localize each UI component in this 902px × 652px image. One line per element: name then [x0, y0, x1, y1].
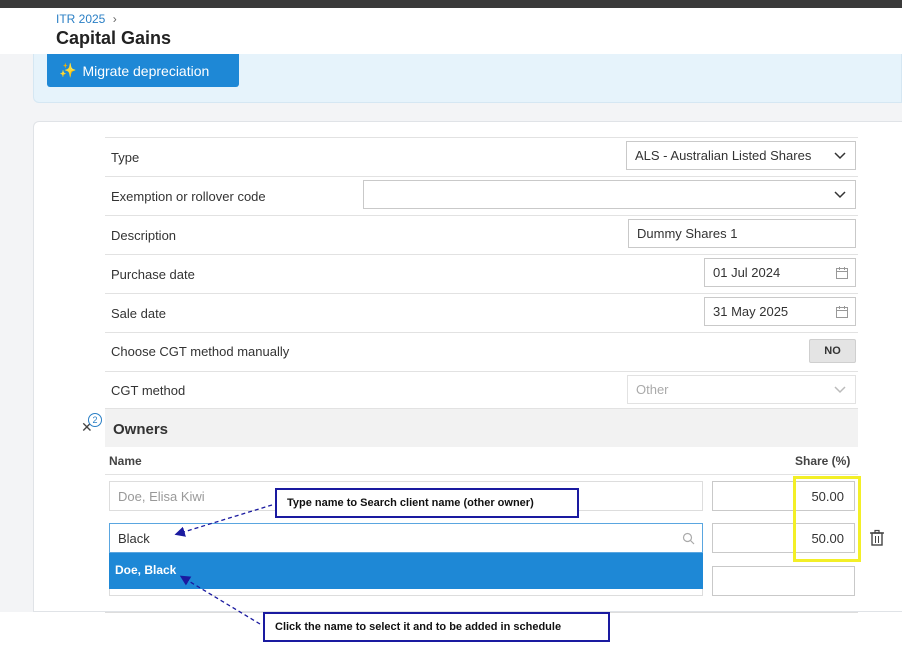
calendar-icon[interactable]	[835, 266, 849, 280]
type-value: ALS - Australian Listed Shares	[635, 148, 812, 163]
exemption-label: Exemption or rollover code	[111, 189, 266, 204]
sale-date-value: 31 May 2025	[713, 304, 789, 319]
calendar-icon[interactable]	[835, 305, 849, 319]
owner-suggestion-item[interactable]: Doe, Black	[109, 553, 703, 589]
page-header: ITR 2025 › Capital Gains	[0, 8, 902, 54]
migrate-depreciation-button[interactable]: ✨ Migrate depreciation	[47, 54, 239, 87]
breadcrumb-link[interactable]: ITR 2025	[56, 12, 105, 26]
trash-icon[interactable]	[869, 529, 885, 547]
share-column-header: Share (%)	[795, 454, 851, 468]
chevron-down-icon	[834, 191, 846, 199]
search-icon	[682, 532, 695, 545]
cgt-manual-toggle[interactable]: NO	[809, 339, 856, 363]
description-value: Dummy Shares 1	[637, 226, 738, 241]
cgt-method-select[interactable]: Other	[627, 375, 856, 404]
migrate-depreciation-label: Migrate depreciation	[82, 62, 210, 79]
share-highlight-box	[793, 476, 861, 562]
cgt-manual-label: Choose CGT method manually	[111, 344, 290, 359]
sparkle-icon: ✨	[59, 62, 77, 78]
cgt-manual-row: Choose CGT method manually	[105, 332, 858, 371]
cgt-method-value: Other	[636, 382, 669, 397]
purchase-date-label: Purchase date	[111, 267, 195, 282]
owner-search-input[interactable]: Black	[109, 523, 703, 553]
chevron-down-icon	[834, 152, 846, 160]
chevron-down-icon	[834, 386, 846, 394]
owner-name-value: Doe, Elisa Kiwi	[118, 488, 205, 504]
top-bar	[0, 0, 902, 8]
cgt-method-label: CGT method	[111, 383, 186, 398]
breadcrumb: ITR 2025 ›	[56, 12, 117, 26]
owners-header: Owners	[105, 408, 858, 447]
purchase-date-input[interactable]: 01 Jul 2024	[704, 258, 856, 287]
exemption-select[interactable]	[363, 180, 856, 209]
type-label: Type	[111, 150, 140, 165]
sale-date-input[interactable]: 31 May 2025	[704, 297, 856, 326]
owners-divider	[105, 474, 858, 475]
owner-share-input[interactable]	[712, 566, 855, 596]
description-label: Description	[111, 228, 177, 243]
sale-date-label: Sale date	[111, 306, 166, 321]
owners-count-badge: 2	[88, 413, 102, 427]
owner-search-value: Black	[118, 530, 150, 546]
name-column-header: Name	[109, 454, 142, 468]
search-annotation: Type name to Search client name (other o…	[275, 488, 579, 518]
owners-title: Owners	[113, 421, 169, 438]
page-title: Capital Gains	[56, 28, 172, 48]
type-select[interactable]: ALS - Australian Listed Shares	[626, 141, 856, 170]
select-annotation: Click the name to select it and to be ad…	[263, 612, 610, 642]
breadcrumb-separator: ›	[112, 12, 117, 26]
description-input[interactable]: Dummy Shares 1	[628, 219, 856, 248]
purchase-date-value: 01 Jul 2024	[713, 265, 781, 280]
